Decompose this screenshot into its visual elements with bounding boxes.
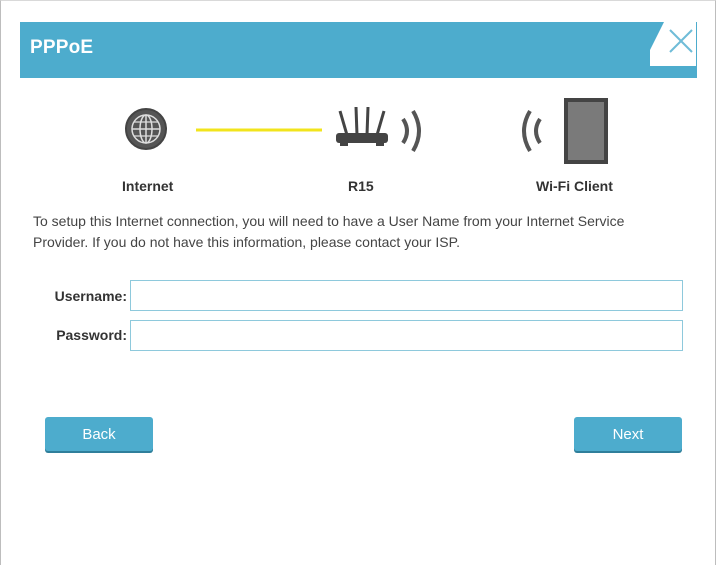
back-button[interactable]: Back (45, 417, 153, 451)
connection-diagram: Internet R15 Wi-Fi Client (20, 96, 697, 206)
close-icon (650, 22, 696, 78)
dialog-header: PPPoE (20, 22, 697, 78)
dialog-title: PPPoE (30, 37, 94, 58)
diagram-graphics (125, 98, 608, 164)
router-icon (336, 106, 388, 146)
username-input[interactable] (130, 280, 683, 311)
client-label: Wi-Fi Client (536, 178, 613, 194)
setup-description: To setup this Internet connection, you w… (33, 213, 625, 250)
wifi-signal-left-icon (522, 109, 542, 153)
password-input[interactable] (130, 320, 683, 351)
tablet-icon (564, 98, 608, 164)
router-label: R15 (348, 178, 374, 194)
internet-label: Internet (122, 178, 174, 194)
close-button[interactable] (650, 10, 706, 78)
password-label: Password: (56, 327, 127, 343)
next-button[interactable]: Next (574, 417, 682, 451)
globe-icon (125, 108, 167, 150)
wifi-signal-right-icon (401, 109, 421, 153)
username-label: Username: (54, 288, 127, 304)
